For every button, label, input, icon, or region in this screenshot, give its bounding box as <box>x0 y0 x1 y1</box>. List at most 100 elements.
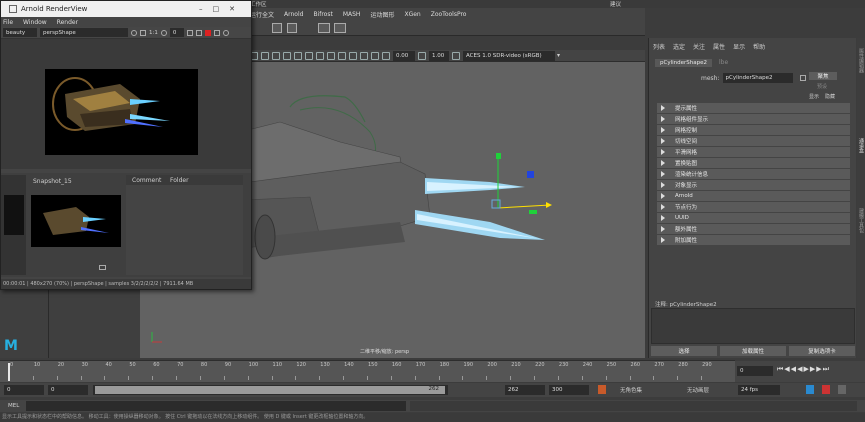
settings-icon[interactable] <box>838 385 846 394</box>
shelf-tool-icon[interactable] <box>272 23 282 33</box>
shelf-tool-icon[interactable] <box>287 23 297 33</box>
current-time-marker[interactable] <box>8 363 10 381</box>
focus-button[interactable]: 聚焦 <box>809 72 837 80</box>
side-tab-attribute-editor[interactable]: 属性编辑器 <box>858 48 865 73</box>
notes-field[interactable] <box>651 308 855 344</box>
attr-section[interactable]: 节点行为 <box>657 202 850 212</box>
exposure-icon[interactable] <box>160 29 167 36</box>
attr-section[interactable]: 附加属性 <box>657 235 850 245</box>
shaded-icon[interactable] <box>272 51 280 60</box>
comment-area[interactable] <box>126 185 243 275</box>
tab-comment[interactable]: Comment <box>132 177 161 184</box>
attr-section[interactable]: 渲染统计信息 <box>657 169 850 179</box>
attr-menu-item[interactable]: 关注 <box>693 42 705 51</box>
status-trailing[interactable]: 建议 <box>610 0 621 8</box>
exposure-field[interactable]: 0.00 <box>393 50 415 61</box>
range-slider-handle[interactable]: 262 <box>95 386 445 394</box>
rv-menu-window[interactable]: Window <box>23 19 47 26</box>
dof-icon[interactable] <box>371 51 379 60</box>
camera-icon[interactable] <box>318 23 330 33</box>
copy-tab-button[interactable]: 复制选项卡 <box>789 346 855 356</box>
start-time-field[interactable]: 0 <box>4 385 44 395</box>
rv-menu-render[interactable]: Render <box>57 19 78 26</box>
select-button[interactable]: 选择 <box>651 346 717 356</box>
auto-key-icon[interactable] <box>598 385 606 394</box>
xray-icon[interactable] <box>327 51 335 60</box>
attr-section[interactable]: 提示属性 <box>657 103 850 113</box>
expand-icon[interactable] <box>99 265 106 270</box>
aov-dropdown[interactable]: beauty <box>3 28 37 37</box>
window-controls[interactable]: –□✕ <box>199 5 245 13</box>
aa-icon[interactable] <box>360 51 368 60</box>
attr-section[interactable]: UUID <box>657 213 850 223</box>
hide-button[interactable]: 隐藏 <box>825 93 835 100</box>
lock-icon[interactable] <box>213 29 220 36</box>
attr-section[interactable]: 置换贴图 <box>657 158 850 168</box>
attr-section[interactable]: 对象显示 <box>657 180 850 190</box>
loop-icon[interactable] <box>822 385 830 394</box>
attr-section[interactable]: 额外属性 <box>657 224 850 234</box>
stop-icon[interactable] <box>204 29 211 36</box>
playback-end-field[interactable]: 262 <box>505 385 545 395</box>
attr-section[interactable]: Arnold <box>657 191 850 201</box>
end-time-field[interactable]: 300 <box>549 385 589 395</box>
channel-icon[interactable] <box>140 29 146 36</box>
tab-lbe[interactable]: lbe <box>714 58 733 67</box>
playback-start-field[interactable]: 0 <box>48 385 88 395</box>
show-button[interactable]: 显示 <box>809 93 819 100</box>
snapshot-thumb-prev[interactable] <box>4 195 24 235</box>
menu-item-motion[interactable]: 运动图形 <box>370 10 394 19</box>
snapshot-thumbnail[interactable] <box>31 195 121 247</box>
time-slider[interactable]: 0 10 20 30 40 50 60 70 80 90 100 110 120 130 140 150 160… <box>0 360 735 382</box>
menu-item-bifrost[interactable]: Bifrost <box>313 11 332 18</box>
chevron-down-icon[interactable]: ▾ <box>557 52 560 59</box>
isolate-icon[interactable] <box>316 51 324 60</box>
side-tab-channel-box[interactable]: 通道盒 <box>858 138 865 153</box>
attr-menu-item[interactable]: 选定 <box>673 42 685 51</box>
tab-folder[interactable]: Folder <box>170 177 189 184</box>
workspace-label[interactable]: 工作区 <box>250 0 267 8</box>
wireframe-icon[interactable] <box>261 51 269 60</box>
snapshot-prev[interactable] <box>1 175 26 275</box>
menu-item-arnold[interactable]: Arnold <box>284 11 303 18</box>
node-icon[interactable] <box>799 75 806 81</box>
region-icon[interactable] <box>186 29 193 36</box>
key-icon[interactable] <box>806 385 814 394</box>
menu-item-zootools[interactable]: ZooToolsPro <box>431 11 467 18</box>
attr-menu-item[interactable]: 显示 <box>733 42 745 51</box>
attr-section[interactable]: 切线空间 <box>657 136 850 146</box>
current-frame-field[interactable]: 0 <box>737 366 773 376</box>
attr-section[interactable]: 平滑网格 <box>657 147 850 157</box>
camera-dropdown[interactable]: perspShape <box>40 28 128 37</box>
play-icon[interactable] <box>334 23 346 33</box>
transport-buttons[interactable]: ⏮◀◀◀▶▶▶⏭ <box>777 365 830 374</box>
ao-icon[interactable] <box>349 51 357 60</box>
side-tab-modeling-toolkit[interactable]: 建模工具包 <box>858 208 865 233</box>
mel-label[interactable]: MEL <box>8 403 19 409</box>
zoom-field[interactable]: 1:1 <box>149 30 158 36</box>
character-set-dropdown[interactable]: 无角色集 <box>620 386 642 394</box>
menu-item-xgen[interactable]: XGen <box>404 11 420 18</box>
attr-menu-item[interactable]: 列表 <box>653 42 665 51</box>
gear-icon[interactable] <box>222 29 229 36</box>
refresh-icon[interactable] <box>195 29 202 36</box>
attr-section[interactable]: 网格控制 <box>657 125 850 135</box>
texture-icon[interactable] <box>283 51 291 60</box>
range-slider[interactable]: 262 <box>93 385 448 395</box>
fps-dropdown[interactable]: 24 fps <box>738 385 780 395</box>
xray-joint-icon[interactable] <box>338 51 346 60</box>
rv-exposure-field[interactable]: 0 <box>169 28 184 37</box>
attr-menu-item[interactable]: 帮助 <box>753 42 765 51</box>
gamma-icon[interactable] <box>418 51 426 60</box>
menu-item-0[interactable]: 运行全文 <box>250 10 274 19</box>
exposure-icon[interactable] <box>382 51 390 60</box>
colorspace-dropdown[interactable]: ACES 1.0 SDR-video (sRGB) <box>463 50 555 61</box>
anim-layer-dropdown[interactable]: 无动画层 <box>687 386 709 394</box>
colorspace-icon[interactable] <box>452 51 460 60</box>
preset-button[interactable]: 预设 <box>817 83 827 90</box>
mesh-name-field[interactable]: pCylinderShape2 <box>722 73 793 83</box>
attr-section[interactable]: 网格组件显示 <box>657 114 850 124</box>
shadow-icon[interactable] <box>305 51 313 60</box>
reset-icon[interactable] <box>131 29 137 36</box>
tab-pcylindershape2[interactable]: pCylinderShape2 <box>655 58 712 67</box>
